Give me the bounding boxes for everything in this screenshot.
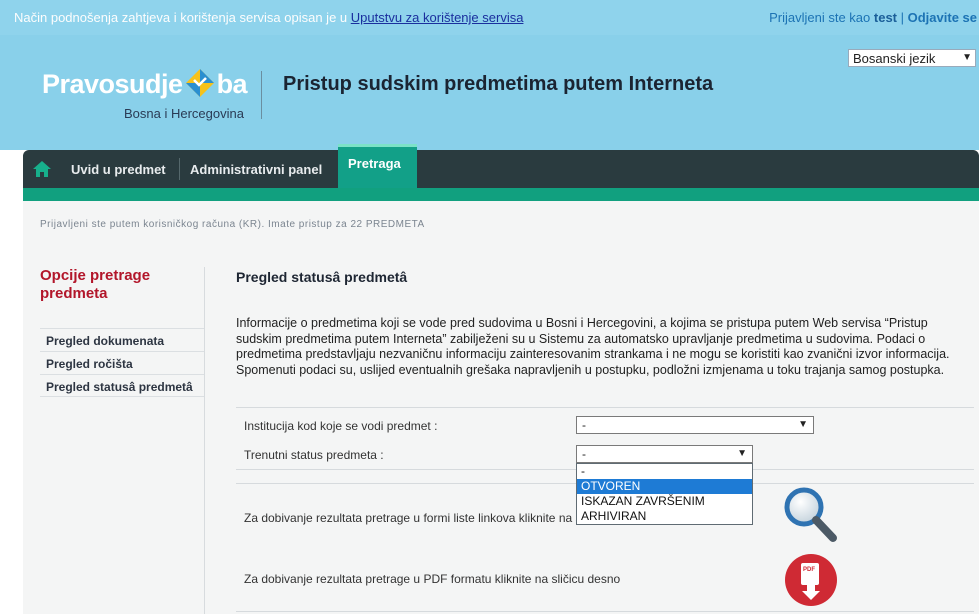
status-label: Trenutni status predmeta : (244, 448, 384, 462)
institution-value: - (582, 418, 586, 432)
logged-as-text: Prijavljeni ste kao (769, 10, 874, 25)
status-dropdown[interactable]: - OTVOREN ISKAZAN ZAVRŠENIM ARHIVIRAN (576, 463, 753, 525)
logout-link[interactable]: Odjavite se (908, 10, 977, 25)
nav-item-search[interactable]: Pretraga (338, 144, 417, 188)
manual-notice: Način podnošenja zahtjeva i korištenja s… (14, 10, 523, 25)
pdf-icon[interactable]: PDF (784, 553, 838, 607)
site-header: Bosanski jezik ▼ Pravosudje ba Bosna i H… (0, 35, 979, 150)
intro-text: Informacije o predmetima koji se vode pr… (236, 316, 950, 377)
site-title: Pristup sudskim predmetima putem Interne… (283, 73, 714, 95)
logo-word-right: ba (216, 69, 248, 99)
main-nav: Uvid u predmet Administrativni panel Pre… (23, 144, 979, 188)
institution-select[interactable]: - ▼ (576, 416, 814, 434)
nav-item-case-view[interactable]: Uvid u predmet (71, 162, 166, 177)
sidebar-item-case-status[interactable]: Pregled statusâ predmetâ (40, 374, 204, 397)
login-info: Prijavljeni ste putem korisničkog računa… (40, 219, 425, 230)
institution-label: Institucija kod koje se vodi predmet : (244, 419, 438, 433)
manual-link[interactable]: Uputstvu za korištenje servisa (351, 10, 524, 25)
diamond-logo-icon (185, 69, 214, 97)
status-option-completed[interactable]: ISKAZAN ZAVRŠENIM (577, 494, 752, 509)
divider (236, 611, 974, 612)
pdf-result-text: Za dobivanje rezultata pretrage u PDF fo… (244, 572, 621, 586)
sidebar-item-documents[interactable]: Pregled dokumenata (40, 328, 204, 351)
page-title: Pregled statusâ predmetâ (236, 269, 408, 285)
chevron-down-icon: ▼ (962, 52, 972, 63)
manual-notice-text: Način podnošenja zahtjeva i korištenja s… (14, 10, 351, 25)
nav-divider (179, 158, 180, 180)
nav-item-admin-panel[interactable]: Administrativni panel (190, 162, 322, 177)
site-logo[interactable]: Pravosudje ba Bosna i Hercegovina (42, 68, 248, 121)
status-value: - (582, 447, 586, 461)
sidebar-title: Opcije pretrage predmeta (40, 267, 190, 303)
sidebar-menu: Pregled dokumenata Pregled ročišta Pregl… (40, 328, 204, 397)
sidebar-divider (204, 267, 205, 614)
language-select[interactable]: Bosanski jezik ▼ (848, 49, 976, 67)
home-icon[interactable] (33, 161, 51, 177)
chevron-down-icon: ▼ (798, 419, 808, 430)
status-option-open[interactable]: OTVOREN (577, 479, 752, 494)
top-info-bar: Način podnošenja zahtjeva i korištenja s… (0, 0, 979, 35)
logo-subtitle: Bosna i Hercegovina (124, 106, 244, 121)
chevron-down-icon: ▼ (737, 448, 747, 459)
nav-item-search-label: Pretraga (348, 156, 401, 171)
divider (236, 407, 974, 408)
sidebar-item-hearings[interactable]: Pregled ročišta (40, 351, 204, 374)
header-divider (261, 71, 262, 119)
logo-word-left: Pravosudje (42, 69, 183, 99)
user-separator: | (897, 10, 908, 25)
status-option-archived[interactable]: ARHIVIRAN (577, 509, 752, 524)
sidebar-title-text: Opcije pretrage predmeta (40, 267, 151, 302)
pdf-icon-label: PDF (803, 567, 815, 573)
search-icon[interactable] (783, 486, 837, 542)
status-select[interactable]: - ▼ (576, 445, 753, 463)
user-status: Prijavljeni ste kao test | Odjavite se (769, 10, 977, 25)
language-value: Bosanski jezik (853, 51, 936, 66)
status-option-none[interactable]: - (577, 464, 752, 479)
username-link[interactable]: test (874, 10, 897, 25)
nav-underline (23, 188, 979, 201)
